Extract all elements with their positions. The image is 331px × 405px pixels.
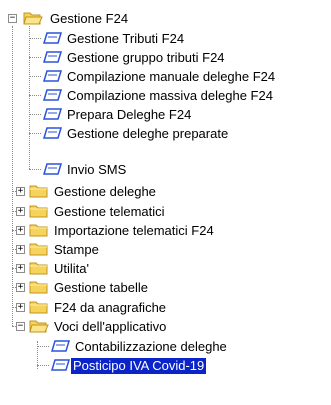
folder-open-icon [23,12,43,25]
tree-folder[interactable]: + Stampe [12,240,101,259]
tree-folder[interactable]: + Importazione telematici F24 [12,221,216,240]
folder-icon [29,281,48,294]
tree-leaf[interactable]: Compilazione manuale deleghe F24 [29,67,277,86]
tree-folder[interactable]: + F24 da anagrafiche [12,298,168,317]
folder-icon [29,301,48,314]
form-icon [43,163,63,175]
tree-line [37,365,49,366]
tree-leaf-label: Gestione Tributi F24 [67,30,185,46]
tree-folder-label: Stampe [54,241,99,257]
expand-toggle[interactable]: + [16,303,25,312]
expand-toggle[interactable]: + [16,264,25,273]
tree-node-gestione-f24[interactable]: − Gestione F24 [8,9,130,28]
tree-folder[interactable]: + Gestione tabelle [12,278,150,297]
menu-tree: − Gestione F24 Gestione Tributi F24 Gest… [0,0,331,405]
form-icon [43,51,63,63]
tree-leaf-label: Compilazione manuale deleghe F24 [67,68,276,84]
tree-leaf[interactable]: Gestione Tributi F24 [29,29,186,48]
folder-icon [29,205,48,218]
form-icon [51,340,71,352]
tree-leaf-selected[interactable]: Posticipo IVA Covid-19 [37,356,207,375]
tree-leaf[interactable]: Contabilizzazione deleghe [37,337,229,356]
expand-toggle[interactable]: + [16,187,25,196]
tree-folder-label: Importazione telematici F24 [54,222,214,238]
tree-folder-label: Gestione tabelle [54,279,148,295]
form-icon [43,70,63,82]
form-icon [51,359,71,371]
tree-folder-label: Gestione telematici [54,203,165,219]
tree-leaf[interactable]: Prepara Deleghe F24 [29,105,193,124]
tree-leaf-label: Gestione gruppo tributi F24 [67,49,225,65]
folder-icon [29,224,48,237]
collapse-toggle[interactable]: − [16,322,25,331]
tree-folder[interactable]: + Gestione telematici [12,202,167,221]
tree-line [29,95,41,96]
collapse-toggle[interactable]: − [8,14,17,23]
tree-folder-label: F24 da anagrafiche [54,299,167,315]
tree-folder-label: Utilita' [54,260,89,276]
tree-node-label: Gestione F24 [50,10,129,26]
tree-leaf[interactable]: Invio SMS [29,160,128,179]
form-icon [43,127,63,139]
tree-folder[interactable]: + Utilita' [12,259,91,278]
tree-leaf-label: Contabilizzazione deleghe [75,338,227,354]
tree-folder-label: Voci dell'applicativo [54,318,167,334]
tree-folder-voci[interactable]: − Voci dell'applicativo [12,317,168,336]
tree-leaf-label: Posticipo IVA Covid-19 [71,357,207,374]
tree-line [29,114,41,115]
tree-line [29,38,41,39]
tree-folder[interactable]: + Gestione deleghe [12,182,158,201]
tree-leaf-label: Invio SMS [67,161,127,177]
tree-line [29,76,41,77]
tree-line [29,57,41,58]
expand-toggle[interactable]: + [16,226,25,235]
folder-open-icon [29,320,49,333]
tree-leaf[interactable]: Gestione gruppo tributi F24 [29,48,227,67]
tree-line [29,133,41,134]
expand-toggle[interactable]: + [16,207,25,216]
folder-icon [29,185,48,198]
tree-leaf-label: Gestione deleghe preparate [67,125,229,141]
folder-icon [29,243,48,256]
tree-leaf[interactable]: Gestione deleghe preparate [29,124,230,143]
tree-line [37,346,49,347]
tree-leaf-label: Compilazione massiva deleghe F24 [67,87,273,103]
tree-line [29,169,41,170]
expand-toggle[interactable]: + [16,283,25,292]
expand-toggle[interactable]: + [16,245,25,254]
tree-leaf[interactable]: Compilazione massiva deleghe F24 [29,86,275,105]
form-icon [43,89,63,101]
tree-leaf-label: Prepara Deleghe F24 [67,106,192,122]
tree-folder-label: Gestione deleghe [54,183,156,199]
form-icon [43,108,63,120]
form-icon [43,32,63,44]
folder-icon [29,262,48,275]
